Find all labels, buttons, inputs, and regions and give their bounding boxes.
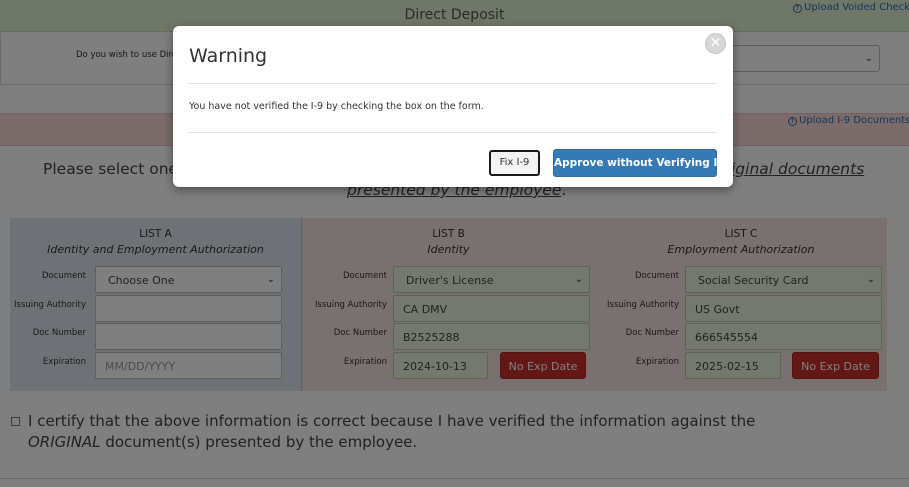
modal-divider-bottom (189, 132, 717, 133)
fix-i9-button[interactable]: Fix I-9 (489, 150, 540, 176)
modal-divider-top (189, 83, 717, 84)
modal-message: You have not verified the I-9 by checkin… (189, 101, 484, 112)
approve-without-verifying-button[interactable]: Approve without Verifying I-9 (553, 149, 729, 177)
close-icon[interactable]: ✕ (705, 33, 726, 54)
warning-modal: Warning ✕ You have not verified the I-9 … (173, 26, 733, 187)
modal-title: Warning (189, 45, 268, 67)
